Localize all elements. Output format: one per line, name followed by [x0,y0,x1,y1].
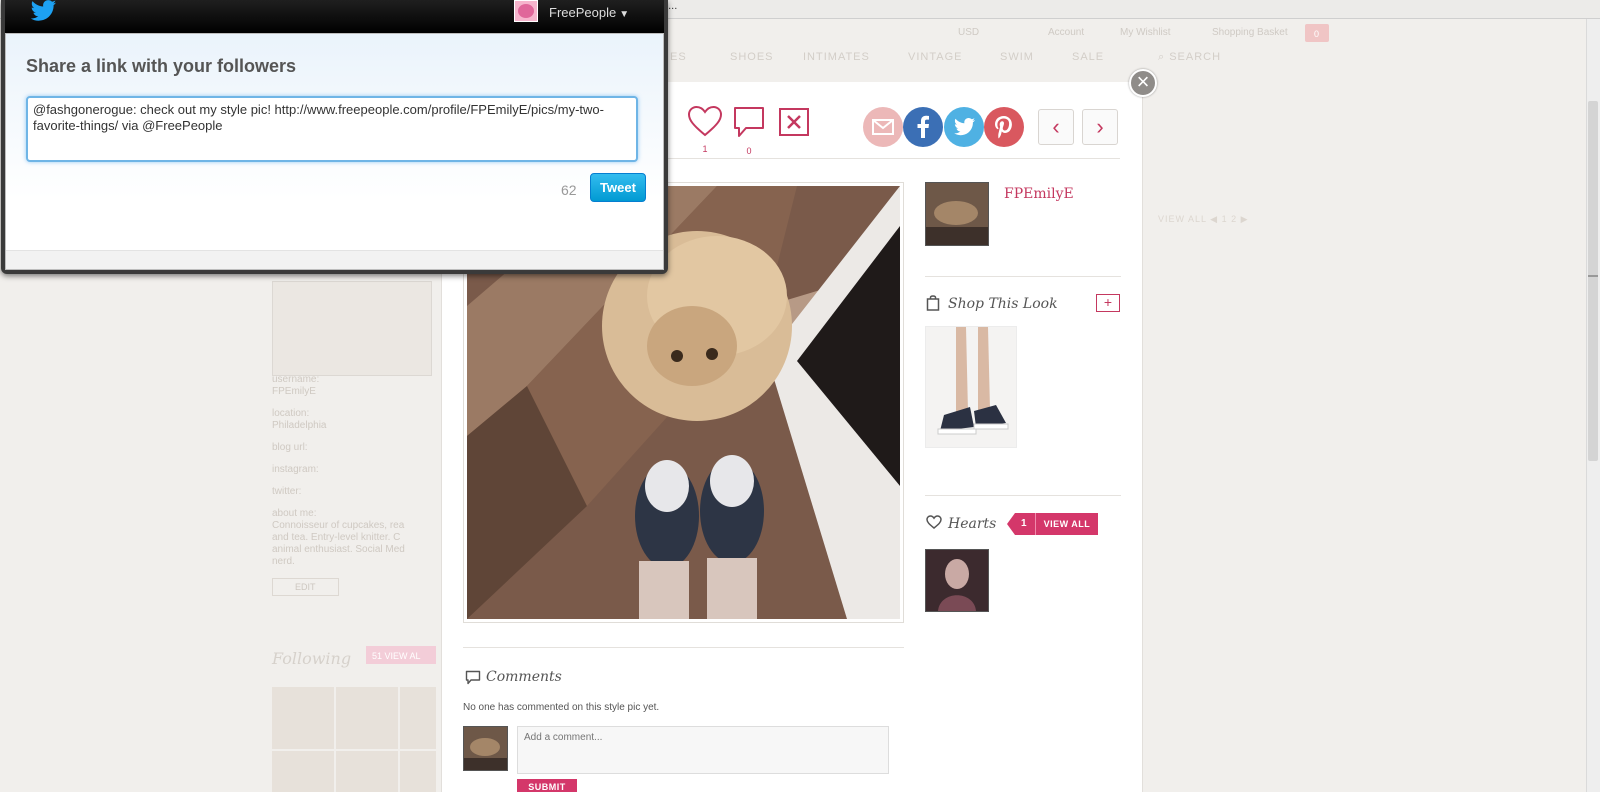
profile-instagram: instagram: [272,464,319,475]
hearts-title: Hearts [948,516,997,532]
heart-icon [926,515,942,529]
wishlist-link[interactable]: My Wishlist [1120,27,1171,38]
submit-comment-button[interactable]: SUBMIT [517,779,577,792]
character-counter: 62 [561,182,577,198]
search-link[interactable]: ⌕ SEARCH [1158,51,1221,64]
currency-link[interactable]: USD [958,27,979,38]
twitter-footer [6,250,663,269]
comments-divider [463,647,904,648]
hearts-view-all[interactable]: VIEW ALL [1035,513,1099,535]
nav-category-intimates[interactable]: INTIMATES [803,51,870,63]
twitter-body: Share a link with your followers @fashgo… [5,33,664,270]
next-pic-button[interactable]: › [1082,109,1118,145]
chevron-down-icon: ▼ [619,9,630,20]
email-icon [872,119,894,135]
basket-link[interactable]: Shopping Basket [1212,27,1288,38]
following-grid [272,687,436,792]
scrollbar-thumb[interactable] [1588,101,1598,461]
search-icon: ⌕ [1158,51,1170,63]
twitter-user-avatar[interactable] [514,0,538,22]
email-share-button[interactable] [863,107,903,147]
twitter-bird-icon[interactable] [31,0,57,22]
sneaker-product-image [926,327,1016,447]
heart-icon [687,105,723,137]
shop-look-product[interactable] [925,326,1017,448]
twitter-share-button[interactable] [944,107,984,147]
following-ribbon[interactable]: 51 VIEW AL [366,646,436,664]
sidebar-divider [925,495,1121,496]
heart-button[interactable]: 1 [687,105,723,154]
page-scrollbar[interactable] [1586,19,1600,792]
prev-pic-button[interactable]: ‹ [1038,109,1074,145]
following-title: Following [272,649,352,668]
scrollbar-tick [1588,275,1598,277]
profile-about: about me: Connoisseur of cupcakes, rea and… [272,508,405,567]
profile-info: username: FPEmilyE location: Philadelphia … [272,374,432,596]
nav-category-swim[interactable]: SWIM [1000,51,1034,63]
following-thumb[interactable] [272,687,334,749]
following-thumb[interactable] [336,751,398,792]
profile-twitter: twitter: [272,486,302,497]
remove-button[interactable] [778,107,810,142]
shop-this-look-title: Shop This Look [948,296,1058,312]
facebook-icon [917,115,929,138]
profile-blog: blog url: [272,442,308,453]
account-link[interactable]: Account [1048,27,1084,38]
shopping-bag-icon [926,295,940,311]
no-comments-text: No one has commented on this style pic y… [463,702,660,713]
sidebar-divider [925,276,1121,277]
hearts-count: 1 [1015,513,1036,535]
following-thumb[interactable] [400,751,436,792]
basket-count-badge: 0 [1305,24,1329,42]
tweet-textarea[interactable]: @fashgonerogue: check out my style pic! … [26,96,638,162]
comments-title: Comments [486,669,562,685]
x-icon [779,108,809,136]
following-thumb[interactable] [272,751,334,792]
owner-name-link[interactable]: FPEmilyE [1004,186,1074,202]
nav-category-sale[interactable]: SALE [1072,51,1104,63]
pagination[interactable]: VIEW ALL ◀ 1 2 ▶ [1158,214,1249,225]
owner-avatar[interactable] [925,182,989,246]
heart-count: 1 [702,144,708,154]
tweet-button[interactable]: Tweet [590,173,646,202]
close-icon[interactable]: × [1129,69,1157,97]
nav-category-vintage[interactable]: VINTAGE [908,51,962,63]
profile-location: location: Philadelphia [272,408,327,431]
nav-category-shoes[interactable]: SHOES [730,51,774,63]
twitter-share-popup: FreePeople ▼ Share a link with your follo… [1,0,668,274]
twitter-icon [954,118,975,136]
share-heading: Share a link with your followers [26,56,297,76]
following-thumb[interactable] [336,687,398,749]
hearts-ribbon[interactable]: 1 VIEW ALL [1007,513,1099,535]
comment-count: 0 [746,146,752,156]
current-user-avatar [463,726,508,771]
profile-photo [272,281,432,376]
pinterest-icon [995,116,1012,139]
twitter-header: FreePeople ▼ [5,0,664,33]
heart-user-avatar[interactable] [925,549,989,612]
comment-button[interactable]: 0 [732,105,766,156]
nav-category[interactable]: ES [670,51,687,63]
shop-add-button[interactable]: + [1096,294,1120,312]
comment-icon [734,107,764,137]
facebook-share-button[interactable] [903,107,943,147]
pinterest-share-button[interactable] [984,107,1024,147]
profile-username: username: FPEmilyE [272,374,320,397]
twitter-account-menu[interactable]: FreePeople ▼ [549,5,629,20]
comment-bubble-icon [465,670,481,685]
ribbon-tip [1007,513,1015,535]
edit-profile-button[interactable]: EDIT [272,578,339,596]
following-thumb[interactable] [400,687,436,749]
comment-input[interactable] [517,726,889,774]
